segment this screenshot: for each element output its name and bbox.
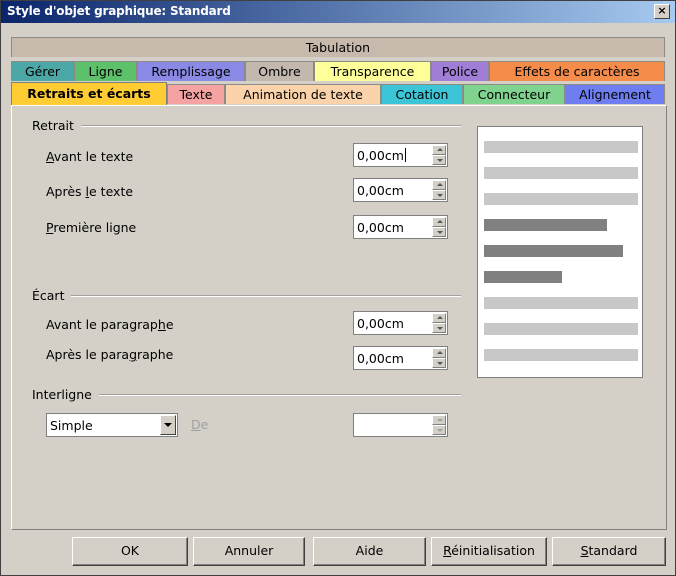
preview-line — [484, 323, 638, 335]
tab-effets-de-caracteres[interactable]: Effets de caractères — [489, 61, 665, 81]
apres-le-texte-value[interactable]: 0,00cm — [357, 183, 404, 198]
tab-police[interactable]: Police — [431, 61, 489, 81]
paragraph-preview — [477, 126, 643, 378]
spin-up-icon[interactable] — [432, 145, 446, 155]
close-button[interactable]: × — [654, 4, 670, 19]
avant-le-paragraphe-spinbox[interactable]: 0,00cm — [353, 311, 448, 335]
chevron-down-icon[interactable] — [160, 415, 176, 435]
label-avant-le-paragraphe: Avant le paragraphe — [46, 317, 174, 332]
tab-texte[interactable]: Texte — [167, 84, 225, 104]
preview-line — [484, 167, 638, 179]
interligne-selected-value: Simple — [50, 418, 93, 433]
spin-up-icon[interactable] — [432, 180, 446, 190]
title-bar[interactable]: Style d'objet graphique: Standard × — [1, 1, 675, 23]
preview-line — [484, 271, 562, 283]
spin-down-icon[interactable] — [432, 323, 446, 333]
section-interligne-heading: Interligne — [32, 387, 92, 402]
tab-alignement[interactable]: Alignement — [565, 84, 665, 104]
avant-le-paragraphe-value[interactable]: 0,00cm — [357, 316, 404, 331]
label-de: De — [191, 417, 209, 432]
separator — [81, 125, 461, 127]
spin-down-icon[interactable] — [432, 190, 446, 200]
spin-down-icon[interactable] — [432, 227, 446, 237]
separator — [71, 295, 461, 297]
apres-le-texte-spinbox[interactable]: 0,00cm — [353, 178, 448, 202]
label-apres-le-texte: Après le texte — [46, 184, 134, 199]
preview-line — [484, 297, 638, 309]
tab-cotation[interactable]: Cotation — [381, 84, 463, 104]
tab-ombre[interactable]: Ombre — [245, 61, 314, 81]
tab-transparence[interactable]: Transparence — [314, 61, 431, 81]
tab-remplissage[interactable]: Remplissage — [137, 61, 245, 81]
standard-button[interactable]: Standard — [552, 537, 666, 566]
interligne-dropdown[interactable]: Simple — [46, 413, 178, 437]
label-premiere-ligne: Première ligne — [46, 220, 137, 235]
tab-ligne[interactable]: Ligne — [74, 61, 137, 81]
spin-up-icon[interactable] — [432, 348, 446, 358]
premiere-ligne-value[interactable]: 0,00cm — [357, 220, 404, 235]
separator — [99, 394, 461, 396]
section-ecart-heading: Écart — [32, 288, 65, 303]
reinitialisation-button[interactable]: Réinitialisation — [431, 537, 547, 566]
apres-le-paragraphe-value[interactable]: 0,00cm — [357, 351, 404, 366]
spin-down-icon[interactable] — [432, 358, 446, 368]
preview-line — [484, 219, 607, 231]
spin-up-icon[interactable] — [432, 415, 446, 425]
spin-up-icon[interactable] — [432, 217, 446, 227]
tab-connecteur[interactable]: Connecteur — [463, 84, 565, 104]
annuler-button[interactable]: Annuler — [193, 537, 305, 566]
avant-le-texte-value[interactable]: 0,00cm — [357, 148, 406, 163]
spin-up-icon[interactable] — [432, 313, 446, 323]
apres-le-paragraphe-spinbox[interactable]: 0,00cm — [353, 346, 448, 370]
ok-button[interactable]: OK — [72, 537, 188, 566]
label-apres-le-paragraphe: Après le paragraphe — [46, 347, 174, 362]
preview-line — [484, 141, 638, 153]
preview-line — [484, 193, 638, 205]
tab-gerer[interactable]: Gérer — [11, 61, 74, 81]
close-icon: × — [657, 4, 667, 17]
aide-button[interactable]: Aide — [313, 537, 426, 566]
de-spinbox[interactable] — [353, 413, 448, 437]
tab-animation-de-texte[interactable]: Animation de texte — [225, 84, 381, 104]
dialog-window: Style d'objet graphique: Standard × Tabu… — [0, 0, 676, 576]
spin-down-icon[interactable] — [432, 425, 446, 435]
label-avant-le-texte: Avant le texte — [46, 149, 134, 164]
section-retrait-heading: Retrait — [32, 118, 74, 133]
spin-down-icon[interactable] — [432, 155, 446, 165]
premiere-ligne-spinbox[interactable]: 0,00cm — [353, 215, 448, 239]
tab-retraits-et-ecarts[interactable]: Retraits et écarts — [11, 82, 167, 105]
tab-tabulation[interactable]: Tabulation — [11, 37, 665, 57]
avant-le-texte-spinbox[interactable]: 0,00cm — [353, 143, 448, 167]
preview-line — [484, 245, 623, 257]
window-title: Style d'objet graphique: Standard — [7, 4, 231, 18]
preview-line — [484, 349, 638, 361]
